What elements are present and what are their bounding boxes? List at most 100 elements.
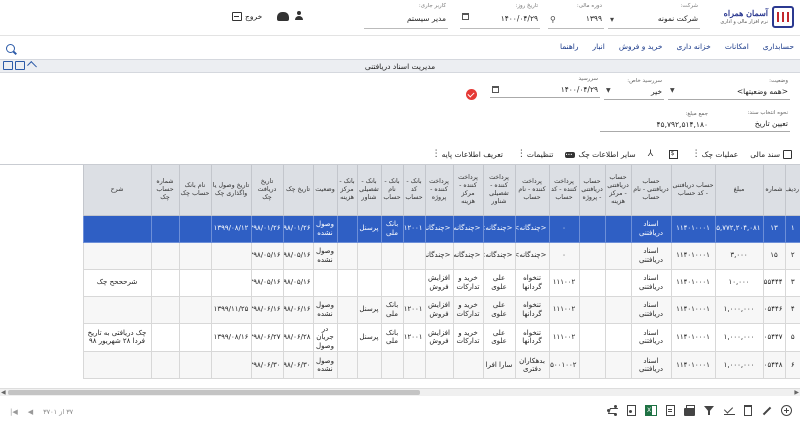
column-header[interactable]: تاریخ وصول یا واگذاری چک: [210, 165, 251, 216]
search-icon[interactable]: [6, 44, 15, 53]
pdf-icon[interactable]: [627, 405, 636, 416]
table-cell: شرحححح چک: [82, 269, 151, 297]
column-header[interactable]: پرداخت کننده - تفصیلی شناور: [482, 165, 515, 216]
edit-icon[interactable]: [761, 405, 772, 416]
menu-accounting[interactable]: حسابداری: [763, 42, 794, 51]
table-cell: خرید و تدارکات: [452, 323, 483, 352]
status-filter[interactable]: وضعیت: <همه وضعیتها> ▼: [668, 78, 790, 100]
sum-label: جمع مبلغ:: [685, 111, 708, 117]
table-row[interactable]: ۱ ۱۳ ۴۵,۷۷۲,۲۰۴,۰۸۱ ۱۱۴۰۱۰۰۰۱ اسناد دریافتنی…: [82, 215, 800, 243]
company-field[interactable]: شرکت: شرکت نمونه ▾: [608, 3, 700, 29]
main-menu: حسابداری امکانات خزانه داری خرید و فروش …: [560, 42, 794, 51]
footer-actions: [607, 404, 792, 416]
column-header[interactable]: شماره حساب چک: [150, 165, 179, 216]
menu-features[interactable]: امکانات: [725, 42, 749, 51]
cloud-upload-icon[interactable]: [277, 12, 289, 21]
column-header[interactable]: شماره: [762, 165, 785, 216]
scroll-left-icon[interactable]: ◀: [1, 389, 6, 396]
voucher-button[interactable]: سند مالی: [750, 150, 792, 159]
table-cell: ۱۳۹۸/۰۶/۱۶: [250, 296, 283, 324]
due-date-filter[interactable]: سررسید ۱۴۰۰/۰۴/۲۹: [490, 76, 600, 98]
column-header[interactable]: پرداخت کننده - مرکز هزینه: [452, 165, 483, 216]
column-header[interactable]: تاریخ دریافت چک: [250, 165, 283, 216]
first-page-icon[interactable]: |◀: [10, 408, 18, 416]
table-cell: [210, 242, 251, 270]
table-cell: [402, 351, 425, 379]
column-header[interactable]: پرداخت کننده - کد حساب: [548, 165, 579, 216]
table-cell: [178, 296, 211, 324]
column-header[interactable]: بانک - مرکز هزینه: [336, 165, 357, 216]
money-button[interactable]: [668, 150, 678, 159]
base-info-button[interactable]: تعریف اطلاعات پایه: [430, 150, 503, 159]
column-header[interactable]: حساب دریافتنی - پروژه: [578, 165, 605, 216]
table-cell: ۱۳۹۸/۰۶/۳۰: [282, 351, 313, 379]
prev-page-icon[interactable]: ◀: [28, 408, 33, 416]
settings-button[interactable]: تنظیمات: [515, 150, 553, 159]
share-icon[interactable]: [607, 405, 618, 416]
table-cell: <چندگانه>: [514, 242, 549, 270]
column-header[interactable]: پرداخت کننده - نام حساب: [514, 165, 549, 216]
delete-icon[interactable]: [744, 405, 752, 416]
menu-treasury[interactable]: خزانه داری: [677, 42, 711, 51]
table-cell: ۱۳۹۸/۰۱/۲۶: [250, 215, 283, 243]
table-row[interactable]: ۴۱,۰۰۰,۰۰۰۵۴۴۶۱,۰۰۰,۰۰۰۱۱۴۰۱۰۰۰۱اسناد در…: [82, 296, 800, 324]
top-header: آسمان همراه نرم افزار مالی و اداری شرکت:…: [0, 0, 800, 36]
scrollbar-thumb[interactable]: [8, 390, 420, 395]
table-cell: ۱,۰۰۰,۰۰۰: [714, 296, 763, 324]
table-cell: بانک ملی: [380, 215, 403, 243]
table-cell: اسناد دریافتنی: [630, 242, 671, 270]
table-cell: علی علوی: [482, 269, 515, 297]
table-row[interactable]: ۶۱,۰۰۰,۰۰۰۵۴۴۸۱,۰۰۰,۰۰۰۱۱۴۰۱۰۰۰۱اسناد در…: [82, 351, 800, 379]
table-cell: ۱,۰۰۰,۰۰۰: [714, 323, 763, 352]
table-row[interactable]: ۵۱,۰۰۰,۰۰۰۵۴۴۷۱,۰۰۰,۰۰۰۱۱۴۰۱۰۰۰۱اسناد در…: [82, 323, 800, 352]
column-header[interactable]: نام بانک حساب چک: [178, 165, 211, 216]
merge-button[interactable]: [648, 150, 657, 159]
menu-help[interactable]: راهنما: [560, 42, 579, 51]
column-header[interactable]: حساب دریافتنی - نام حساب: [630, 165, 671, 216]
column-header[interactable]: حساب دریافتنی - مرکز هزینه: [604, 165, 631, 216]
voucher-label: سند مالی: [750, 150, 780, 159]
column-header[interactable]: بانک - تفصیلی شناور: [356, 165, 381, 216]
table-cell: ۱۱۱۰۰۲: [548, 296, 579, 324]
other-check-info-button[interactable]: سایر اطلاعات چک: [565, 150, 636, 159]
horizontal-scrollbar[interactable]: ◀ ▶: [0, 388, 800, 396]
menu-sales[interactable]: خرید و فروش: [619, 42, 663, 51]
table-row[interactable]: ۳۱۵,۵۵۵۵۴۴۴۱۰,۰۰۰۱۱۴۰۱۰۰۰۱اسناد دریافتنی…: [82, 269, 800, 297]
check-all-icon[interactable]: [724, 405, 735, 416]
table-cell: [210, 269, 251, 297]
excel-icon[interactable]: [645, 405, 657, 416]
print-icon[interactable]: [684, 404, 695, 416]
scroll-right-icon[interactable]: ▶: [794, 389, 799, 396]
column-header[interactable]: پرداخت کننده - پروژه: [424, 165, 453, 216]
document-icon[interactable]: [666, 405, 675, 416]
menu-inventory[interactable]: انبار: [592, 42, 604, 51]
table-cell: [604, 351, 631, 379]
table-cell: ۰: [548, 242, 579, 270]
check-operations-label: عملیات چک: [701, 150, 739, 159]
column-header[interactable]: بانک - نام حساب: [380, 165, 403, 216]
check-operations-button[interactable]: عملیات چک: [690, 150, 739, 159]
fiscal-year-field[interactable]: دوره مالی: ۱۳۹۹ ⚲: [548, 3, 604, 29]
user-icon[interactable]: [294, 11, 304, 21]
special-due-filter[interactable]: سررسید خاص: خیر ▼: [604, 78, 664, 100]
logout-button[interactable]: خروج: [232, 12, 262, 21]
table-cell: [150, 215, 179, 243]
documents-grid: ردیف شماره مبلغ حساب دریافتنی - کد حساب حساب…: [0, 164, 800, 388]
column-header[interactable]: مبلغ: [714, 165, 763, 216]
column-header[interactable]: ردیف: [784, 165, 800, 216]
column-header[interactable]: شرح: [82, 165, 151, 216]
column-header[interactable]: بانک - کد حساب: [402, 165, 425, 216]
table-cell: پرسنل: [356, 323, 381, 352]
table-cell: پرسنل: [356, 296, 381, 324]
table-cell: [578, 269, 605, 297]
apply-filter-icon[interactable]: [466, 89, 477, 100]
table-row[interactable]: ۲ ۱۵ ۳,۰۰۰ ۱۱۴۰۱۰۰۰۱ اسناد دریافتنی ۰ <چندگانه…: [82, 242, 800, 270]
app-logo: آسمان همراه نرم افزار مالی و اداری: [708, 6, 794, 30]
column-header[interactable]: حساب دریافتنی - کد حساب: [670, 165, 715, 216]
table-cell: [578, 215, 605, 243]
column-header[interactable]: تاریخ چک: [282, 165, 313, 216]
filter-icon[interactable]: [704, 405, 715, 416]
today-date-field[interactable]: تاریخ روز: ۱۴۰۰/۰۴/۲۹: [460, 3, 540, 29]
column-header[interactable]: وضعیت: [312, 165, 337, 216]
add-icon[interactable]: [781, 405, 792, 416]
